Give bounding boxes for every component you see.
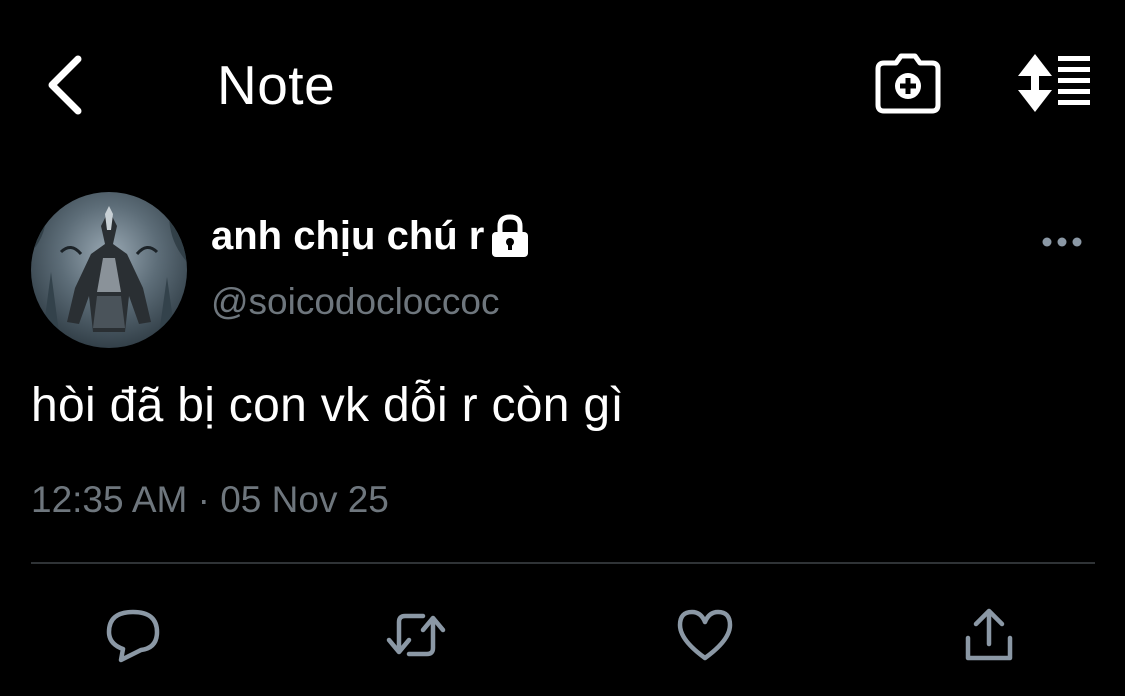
like-button[interactable] bbox=[674, 604, 736, 666]
more-button[interactable] bbox=[1040, 228, 1084, 256]
camera-button[interactable] bbox=[874, 53, 942, 115]
chevron-left-icon bbox=[48, 55, 82, 115]
tweet-text: hòi đã bị con vk dỗi r còn gì bbox=[31, 379, 625, 432]
reply-button[interactable] bbox=[103, 604, 165, 666]
more-horizontal-icon bbox=[1042, 237, 1082, 247]
like-icon bbox=[677, 609, 733, 661]
werewolf-avatar bbox=[31, 192, 187, 348]
share-icon bbox=[965, 608, 1013, 661]
retweet-button[interactable] bbox=[385, 604, 447, 666]
user-handle[interactable]: @soicodocloccoc bbox=[211, 278, 499, 326]
camera-add-icon bbox=[875, 53, 941, 114]
sort-button[interactable] bbox=[1010, 52, 1092, 114]
page-title: Note bbox=[217, 54, 336, 116]
retweet-icon bbox=[386, 613, 446, 657]
share-button[interactable] bbox=[958, 604, 1020, 666]
user-name-row[interactable]: anh chịu chú r bbox=[211, 210, 532, 262]
back-button[interactable] bbox=[38, 50, 98, 120]
divider bbox=[31, 562, 1095, 564]
display-name: anh chịu chú r bbox=[211, 214, 485, 258]
tweet-timestamp: 12:35 AM · 05 Nov 25 bbox=[31, 479, 389, 520]
sort-list-icon bbox=[1018, 54, 1090, 112]
lock-icon bbox=[492, 214, 529, 257]
avatar[interactable] bbox=[31, 192, 187, 348]
reply-icon bbox=[106, 609, 160, 663]
